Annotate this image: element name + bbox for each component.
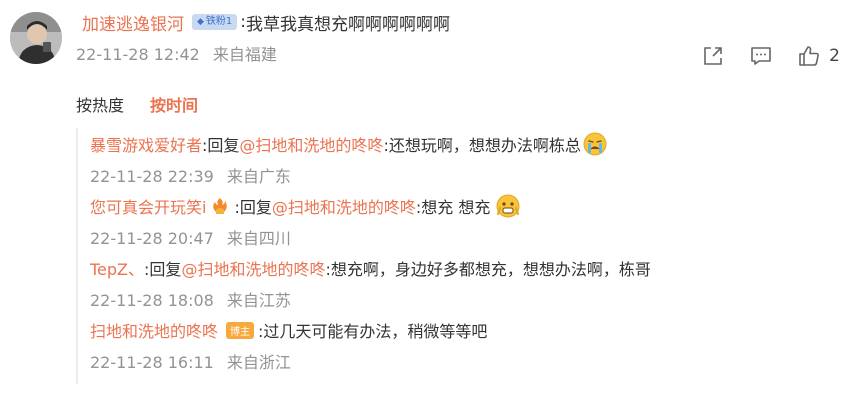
reply-meta: 22-11-28 20:47 来自四川 [90, 226, 520, 252]
like-button[interactable]: 2 [797, 44, 840, 68]
reply-item: 暴雪游戏爱好者 :回复 @扫地和洗地的咚咚 :还想玩啊，想想办法啊栋总 22-1… [90, 130, 607, 190]
reply-line: 暴雪游戏爱好者 :回复 @扫地和洗地的咚咚 :还想玩啊，想想办法啊栋总 [90, 130, 607, 158]
reply-location: 来自浙江 [226, 353, 291, 372]
reply-text: :还想玩啊，想想办法啊栋总 [383, 136, 581, 155]
reply-username[interactable]: 暴雪游戏爱好者 [90, 132, 202, 156]
reply-line: TepZ、 :回复 @扫地和洗地的咚咚 :想充啊，身边好多都想充，想想办法啊，栋… [90, 254, 651, 282]
reply-meta: 22-11-28 18:08 来自江苏 [90, 288, 651, 314]
reply-location: 来自四川 [226, 229, 291, 248]
reply-prefix: :回复 [144, 260, 182, 279]
comment-actions: 2 [701, 42, 840, 70]
reply-date: 22-11-28 22:39 [90, 167, 214, 186]
reply-text: :想充啊，身边好多都想充，想想办法啊，栋哥 [325, 260, 651, 279]
reply-item: TepZ、 :回复 @扫地和洗地的咚咚 :想充啊，身边好多都想充，想想办法啊，栋… [90, 254, 651, 314]
share-icon [704, 47, 722, 65]
reply-mention[interactable]: @扫地和洗地的咚咚 [181, 256, 325, 280]
diamond-icon: ◆ [197, 17, 204, 27]
comment-header: 加速逃逸银河 ◆ 铁粉1 : 我草我真想充啊啊啊啊啊啊 [82, 9, 450, 35]
reply-item: 您可真会开玩笑i :回复 @扫地和洗地的咚咚 :想充 想充 22-11-28 2… [90, 192, 520, 252]
like-count: 2 [829, 46, 840, 66]
reply-line: 扫地和洗地的咚咚 博主 :过几天可能有办法，稍微等等吧 [90, 316, 487, 344]
share-button[interactable] [701, 44, 725, 68]
avatar-image [10, 12, 62, 64]
reply-location: 来自江苏 [226, 291, 291, 310]
comment-location: 来自福建 [212, 45, 277, 64]
reply-location: 来自广东 [226, 167, 291, 186]
comment-meta: 22-11-28 12:42 来自福建 [76, 42, 277, 68]
reply-item: 扫地和洗地的咚咚 博主 :过几天可能有办法，稍微等等吧 22-11-28 16:… [90, 316, 487, 376]
reply-list: 暴雪游戏爱好者 :回复 @扫地和洗地的咚咚 :还想玩啊，想想办法啊栋总 22-1… [76, 128, 778, 384]
fan-badge-label: 铁粉1 [205, 16, 233, 27]
comment-icon [751, 47, 771, 65]
crying-face-emoji [583, 132, 607, 156]
reply-username[interactable]: 您可真会开玩笑i [90, 194, 206, 218]
comment-button[interactable] [749, 44, 773, 68]
nervous-face-emoji [496, 194, 520, 218]
reply-username[interactable]: TepZ、 [90, 256, 144, 280]
sort-tabs: 按热度 按时间 [76, 91, 198, 117]
reply-date: 22-11-28 16:11 [90, 353, 214, 372]
author-badge: 博主 [226, 321, 255, 339]
reply-mention[interactable]: @扫地和洗地的咚咚 [239, 132, 383, 156]
fire-hands-emoji [210, 196, 230, 216]
reply-line: 您可真会开玩笑i :回复 @扫地和洗地的咚咚 :想充 想充 [90, 192, 520, 220]
tab-sort-by-time[interactable]: 按时间 [150, 92, 198, 116]
reply-text: :想充 想充 [415, 198, 491, 217]
comment-date: 22-11-28 12:42 [76, 45, 200, 64]
reply-mention[interactable]: @扫地和洗地的咚咚 [272, 194, 416, 218]
comment-text: 我草我真想充啊啊啊啊啊啊 [246, 14, 451, 35]
thumb-up-icon [799, 46, 820, 66]
fan-badge[interactable]: ◆ 铁粉1 [192, 14, 238, 30]
reply-meta: 22-11-28 22:39 来自广东 [90, 164, 607, 190]
reply-prefix: :回复 [234, 198, 272, 217]
reply-date: 22-11-28 18:08 [90, 291, 214, 310]
reply-meta: 22-11-28 16:11 来自浙江 [90, 350, 487, 376]
avatar[interactable] [10, 12, 62, 64]
reply-date: 22-11-28 20:47 [90, 229, 214, 248]
reply-text: :过几天可能有办法，稍微等等吧 [258, 322, 488, 341]
reply-username[interactable]: 扫地和洗地的咚咚 [90, 318, 218, 342]
tab-sort-by-hot[interactable]: 按热度 [76, 92, 124, 116]
comment-username[interactable]: 加速逃逸银河 [82, 10, 184, 35]
reply-prefix: :回复 [202, 136, 240, 155]
